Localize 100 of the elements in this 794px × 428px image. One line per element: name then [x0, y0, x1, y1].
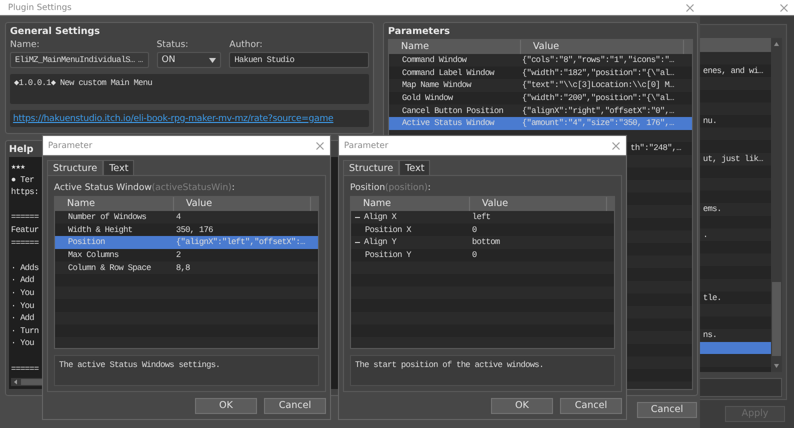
value-cell: 350, 176: [176, 224, 213, 235]
description-text: ◆1.0.0.1◆ New custom Main Menu: [10, 74, 369, 104]
value-cell: bottom: [472, 237, 500, 248]
help-text: ======: [11, 238, 39, 248]
parameter-row[interactable]: Align X left: [351, 211, 614, 224]
button[interactable]: OK: [195, 398, 257, 414]
name-cell: Width & Height: [68, 224, 132, 235]
value-cell: left: [472, 212, 490, 222]
parameter-row[interactable]: Column & Row Space 8,8: [55, 261, 318, 274]
close-icon[interactable]: [316, 142, 324, 150]
value-cell: {"width":"200","position":"{\"al…: [522, 93, 674, 104]
help-text: https:: [11, 187, 39, 198]
help-text: · Turn: [11, 326, 39, 336]
close-icon[interactable]: [612, 142, 620, 150]
parameter-row[interactable]: Command Label Window {"width":"182","position":"{\"al…: [389, 66, 692, 80]
parameter-row[interactable]: Position X 0: [351, 224, 614, 236]
tab[interactable]: Structure: [343, 160, 400, 175]
value-cell: {"cols":"8","rows":"1","icons":"…: [522, 55, 674, 66]
browse-button[interactable]: …: [136, 55, 144, 65]
help-text: ● Ter: [11, 174, 34, 185]
name-field[interactable]: EliMZ_MainMenuIndividualS… …: [10, 52, 149, 68]
colon-text: :: [232, 183, 235, 193]
list-row[interactable]: [700, 342, 771, 354]
field-label: Author:: [229, 39, 264, 52]
button[interactable]: Cancel: [264, 398, 326, 414]
panel-heading: Help: [9, 143, 34, 157]
parameter-row[interactable]: Width & Height 350, 176: [55, 224, 318, 236]
scrollbar[interactable]: [771, 38, 782, 372]
section-label: Position: [350, 183, 386, 193]
close-icon[interactable]: [780, 4, 788, 12]
value-cell: {"width":"182","position":"{\"al…: [522, 68, 674, 78]
parameter-row[interactable]: Command Window {"cols":"8","rows":"1","icons":"…: [389, 54, 692, 67]
value-cell: {"alignX":"right","offsetX":"0",…: [522, 106, 674, 116]
list-row[interactable]: ns.: [700, 329, 771, 342]
parameter-key: (activeStatusWin): [152, 183, 232, 193]
value-cell: 8,8: [176, 262, 190, 273]
list-row[interactable]: enes, and wi…: [700, 64, 771, 78]
field-label: Status:: [156, 39, 190, 52]
parameter-row[interactable]: Gold Window {"width":"200","position":"{\"al…: [389, 92, 692, 104]
name-cell: Position: [68, 237, 105, 248]
value-cell: 0: [472, 250, 477, 260]
dropdown-value: ON: [162, 55, 176, 65]
tab[interactable]: Text: [399, 160, 430, 175]
close-icon[interactable]: [686, 4, 694, 12]
help-text: ======: [11, 364, 39, 374]
panel-heading: Parameters: [388, 25, 450, 39]
list-row[interactable]: .: [700, 228, 771, 241]
url-link[interactable]: https://hakuenstudio.itch.io/eli-book-rpg-maker-mv-mz/rate?source=game: [13, 114, 334, 124]
name-cell: Align X: [364, 212, 396, 222]
name-cell: Command Window: [402, 55, 466, 66]
button[interactable]: OK: [491, 398, 553, 414]
parameter-row[interactable]: Number of Windows 4: [55, 211, 318, 224]
list-row[interactable]: ems.: [700, 203, 771, 216]
help-text: · Add: [11, 313, 34, 324]
list-text: tle.: [703, 292, 722, 303]
section-label: Active Status Window: [54, 183, 152, 193]
button[interactable]: Cancel: [560, 398, 622, 414]
parameter-key: (position): [385, 183, 428, 193]
list-row[interactable]: ut, just lik…: [700, 152, 771, 166]
help-text: · You: [11, 300, 34, 311]
list-row[interactable]: tle.: [700, 291, 771, 304]
name-cell: Cancel Button Position: [402, 106, 504, 116]
name-cell: Active Status Window: [402, 118, 494, 128]
name-cell: Map Name Window: [402, 80, 472, 90]
collapse-icon[interactable]: [355, 214, 360, 220]
name-cell: Column & Row Space: [68, 262, 151, 273]
name-cell: Command Label Window: [402, 68, 494, 78]
description-text: The start position of the active windows.: [350, 355, 615, 386]
collapse-icon[interactable]: [355, 240, 360, 245]
name-cell: Max Columns: [68, 250, 119, 260]
field-value: EliMZ_MainMenuIndividualS…: [15, 55, 136, 65]
name-cell: Number of Windows: [68, 212, 146, 222]
value-cell: {"alignX":"left","offsetX":…: [176, 237, 305, 248]
help-text: ★★★: [11, 162, 25, 172]
button[interactable]: Cancel: [637, 402, 697, 418]
tab[interactable]: Structure: [47, 160, 104, 175]
help-text: · Add: [11, 275, 34, 286]
tab[interactable]: Text: [103, 160, 134, 175]
caret-icon: [209, 58, 216, 62]
list-text: nu.: [703, 116, 717, 126]
name-cell: Align Y: [364, 237, 396, 248]
parameter-row[interactable]: Align Y bottom: [351, 236, 614, 249]
parameter-row[interactable]: Cancel Button Position {"alignX":"right","offsetX":"0",…: [389, 104, 692, 117]
list-text: enes, and wi…: [703, 66, 763, 76]
list-text: ns.: [703, 330, 717, 340]
list-row[interactable]: nu.: [700, 114, 771, 128]
help-text: · Adds: [11, 262, 39, 273]
parameter-row[interactable]: Max Columns 2: [55, 248, 318, 262]
value-cell: 4: [176, 212, 181, 222]
author-field[interactable]: Hakuen Studio: [229, 52, 369, 68]
parameter-row[interactable]: Position Y 0: [351, 248, 614, 262]
name-cell: Position Y: [365, 250, 412, 260]
description-text: The active Status Windows settings.: [54, 355, 319, 386]
name-cell: Gold Window: [402, 93, 453, 104]
parameter-row[interactable]: Map Name Window {"text":"\\c[3]Location:\\c[0] M…: [389, 79, 692, 92]
help-text: Featur: [11, 224, 39, 235]
status-dropdown[interactable]: ON: [156, 52, 222, 68]
input-field[interactable]: [700, 378, 782, 397]
field-label: Name:: [10, 39, 41, 52]
panel-heading: General Settings: [10, 25, 100, 39]
